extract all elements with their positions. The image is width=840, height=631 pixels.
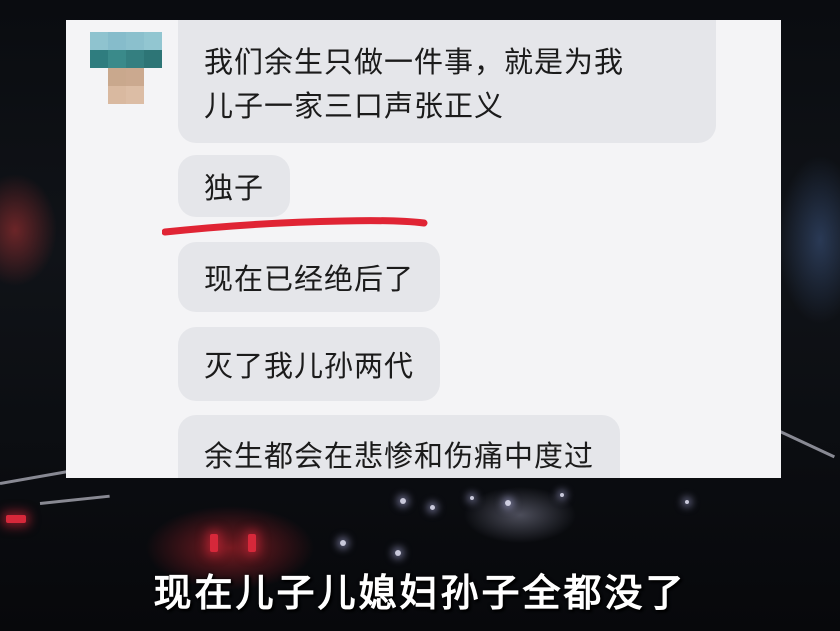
street-light (505, 500, 511, 506)
chat-message-text: 现在已经绝后了 (204, 262, 415, 296)
chat-message-bubble: 余生都会在悲惨和伤痛中度过 (178, 415, 621, 478)
tail-light (6, 515, 26, 523)
chat-message-text: 独子 (204, 171, 265, 205)
pixelated-avatar-icon (90, 32, 162, 104)
tail-light (210, 534, 218, 552)
chat-message-text: 灭了我儿孙两代 (204, 349, 415, 383)
street-light (685, 500, 689, 504)
chat-message-bubble: 独子 (178, 155, 291, 217)
video-caption: 现在儿子儿媳妇孙子全都没了 (153, 571, 687, 615)
tail-light (248, 534, 256, 552)
road-line (39, 494, 110, 505)
street-light (340, 540, 346, 546)
chat-message-bubble: 灭了我儿孙两代 (178, 327, 441, 401)
street-light (470, 496, 474, 500)
street-light (400, 498, 406, 504)
street-light (560, 493, 564, 497)
chat-message-bubble: 现在已经绝后了 (178, 242, 441, 312)
chat-screenshot: 我们余生只做一件事，就是为我 儿子一家三口声张正义 独子 现在已经绝后了 灭了我… (66, 20, 781, 478)
chat-message-bubble: 我们余生只做一件事，就是为我 儿子一家三口声张正义 (178, 20, 716, 143)
street-light (430, 505, 435, 510)
street-light (395, 550, 401, 556)
chat-message-text: 余生都会在悲惨和伤痛中度过 (204, 439, 595, 473)
red-underline-mark (162, 217, 428, 236)
chat-message-text: 我们余生只做一件事，就是为我 儿子一家三口声张正义 (204, 45, 625, 123)
road-line (779, 430, 836, 459)
